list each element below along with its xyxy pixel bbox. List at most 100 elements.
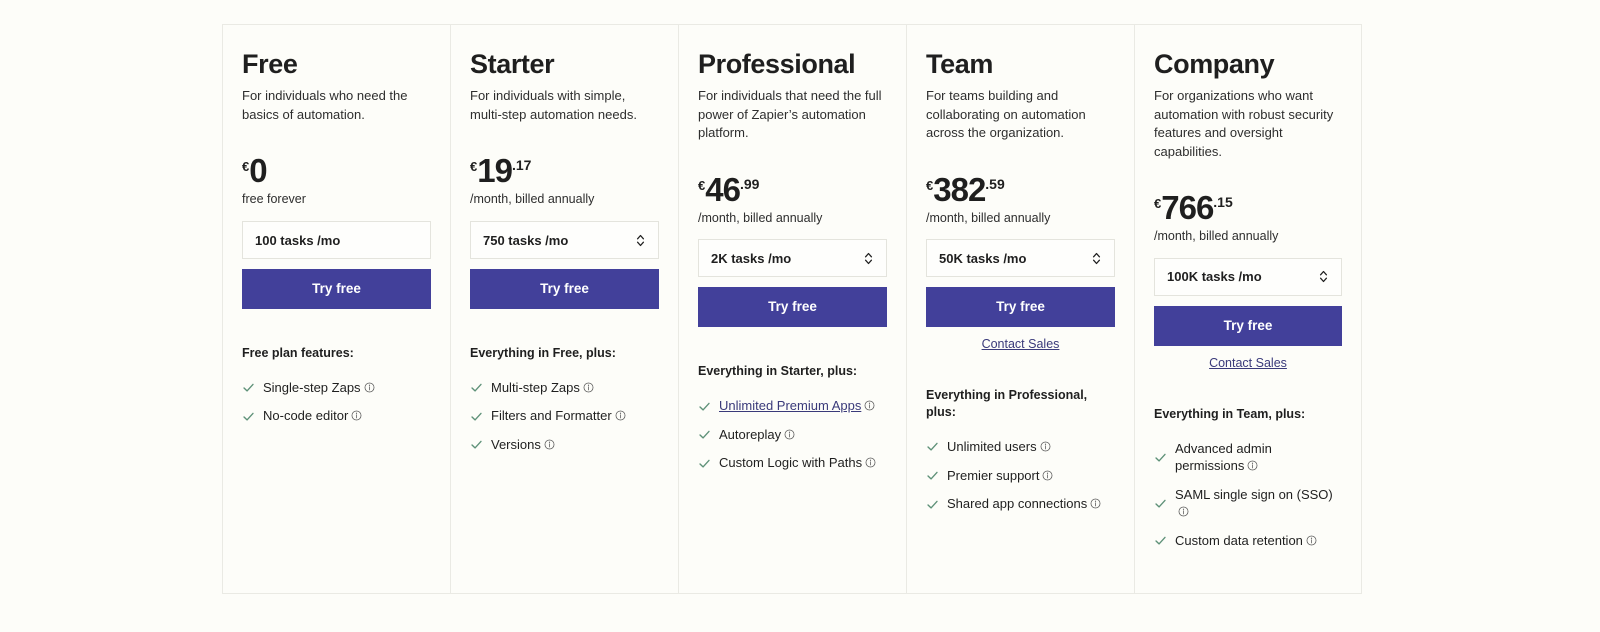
contact-sales-link[interactable]: Contact Sales: [1154, 356, 1342, 370]
feature-list: Unlimited users Premier support Shared app…: [926, 438, 1115, 524]
feature-list: Unlimited Premium Apps Autoreplay Custom L…: [698, 397, 887, 483]
price-amount: 46: [705, 170, 741, 208]
plan-name: Starter: [470, 49, 555, 79]
info-circle-icon[interactable]: [1306, 533, 1317, 546]
info-circle-icon[interactable]: [1178, 504, 1189, 517]
feature-label: No-code editor: [263, 407, 362, 425]
try-free-button[interactable]: Try free: [1154, 305, 1342, 346]
try-free-button[interactable]: Try free: [698, 287, 887, 328]
feature-item: Autoreplay: [698, 426, 887, 444]
check-icon: [242, 410, 255, 423]
info-circle-icon[interactable]: [1090, 496, 1101, 509]
feature-label: Custom Logic with Paths: [719, 454, 876, 472]
info-circle-icon[interactable]: [615, 408, 626, 421]
feature-label[interactable]: Unlimited Premium Apps: [719, 397, 875, 415]
feature-list: Multi-step Zaps Filters and Formatter Vers…: [470, 379, 659, 465]
plan-description: For individuals who need the basics of a…: [242, 88, 408, 122]
info-circle-icon[interactable]: [1042, 468, 1053, 481]
feature-list: Single-step Zaps No-code editor: [242, 379, 431, 436]
plan-card-professional: Professional For individuals that need th…: [678, 24, 906, 594]
pricing-plans-grid: Free For individuals who need the basics …: [0, 0, 1600, 632]
contact-sales-link[interactable]: Contact Sales: [926, 337, 1115, 351]
feature-label-text: Single-step Zaps: [263, 379, 361, 395]
check-icon: [242, 381, 255, 394]
check-icon: [698, 428, 711, 441]
price-cents: .59: [985, 175, 1005, 192]
plan-card-starter: Starter For individuals with simple, mult…: [450, 24, 678, 594]
features-heading: Everything in Professional, plus:: [926, 388, 1088, 420]
feature-label: Filters and Formatter: [491, 407, 626, 425]
check-icon: [926, 440, 939, 453]
feature-label-text: SAML single sign on (SSO): [1175, 486, 1333, 502]
check-icon: [1154, 534, 1167, 547]
feature-label: SAML single sign on (SSO): [1175, 486, 1342, 521]
feature-label: Multi-step Zaps: [491, 379, 594, 397]
task-volume-select[interactable]: 50K tasks /mo: [926, 239, 1115, 278]
chevron-up-down-icon[interactable]: [635, 233, 646, 248]
info-circle-icon[interactable]: [583, 380, 594, 393]
price-cents: .17: [511, 157, 532, 174]
chevron-up-down-icon[interactable]: [1091, 251, 1102, 266]
plan-description: For individuals with simple, multi-step …: [470, 88, 637, 122]
card-bottom-spacer: [698, 483, 887, 593]
feature-item: Advanced admin permissions: [1154, 440, 1342, 475]
price-line: €19.17: [470, 154, 659, 187]
feature-item: Custom data retention: [1154, 532, 1342, 550]
check-icon: [926, 469, 939, 482]
plan-description: For organizations who want automation wi…: [1154, 88, 1334, 159]
plan-name: Professional: [698, 49, 856, 79]
info-circle-icon[interactable]: [865, 455, 876, 468]
price-currency: €: [242, 159, 250, 175]
info-circle-icon[interactable]: [544, 437, 555, 450]
price-cents: .15: [1213, 194, 1233, 211]
task-volume-select[interactable]: 750 tasks /mo: [470, 221, 659, 260]
price-currency: €: [1154, 196, 1162, 212]
price-block: €46.99/month, billed annually: [698, 147, 887, 240]
info-circle-icon[interactable]: [1247, 458, 1258, 471]
card-bottom-spacer: [470, 465, 659, 593]
chevron-up-down-icon[interactable]: [863, 251, 874, 266]
task-volume-select[interactable]: 2K tasks /mo: [698, 239, 887, 278]
task-volume-value: 2K tasks /mo: [711, 250, 792, 266]
feature-label: Single-step Zaps: [263, 379, 375, 397]
price-block: €382.59/month, billed annually: [926, 147, 1115, 240]
try-free-button[interactable]: Try free: [926, 287, 1115, 328]
feature-label-text: Autoreplay: [719, 426, 782, 442]
check-icon: [698, 400, 711, 413]
chevron-up-down-icon[interactable]: [1318, 269, 1329, 284]
feature-item: Premier support: [926, 467, 1115, 485]
price-amount: 766: [1161, 189, 1214, 227]
feature-label-text: Unlimited Premium Apps: [719, 398, 862, 414]
feature-label: Premier support: [947, 467, 1053, 485]
feature-item: Unlimited users: [926, 438, 1115, 456]
feature-label-text: Unlimited users: [947, 439, 1037, 455]
price-line: €46.99: [698, 173, 887, 206]
try-free-button[interactable]: Try free: [470, 269, 659, 310]
plan-card-company: Company For organizations who want automa…: [1134, 24, 1362, 594]
price-billing-note: /month, billed annually: [698, 210, 823, 225]
feature-item: Custom Logic with Paths: [698, 454, 887, 472]
task-volume-select[interactable]: 100K tasks /mo: [1154, 257, 1342, 296]
task-volume-value: 100 tasks /mo: [255, 232, 341, 248]
feature-label: Unlimited users: [947, 438, 1051, 456]
info-circle-icon[interactable]: [864, 398, 875, 411]
feature-label-text: Versions: [491, 436, 541, 452]
info-circle-icon[interactable]: [351, 408, 362, 421]
info-circle-icon[interactable]: [364, 380, 375, 393]
feature-item: Versions: [470, 436, 659, 454]
check-icon: [1154, 497, 1167, 510]
feature-label-text: Premier support: [947, 467, 1040, 483]
price-line: €766.15: [1154, 191, 1342, 224]
price-billing-note: /month, billed annually: [1154, 229, 1279, 244]
feature-item: Multi-step Zaps: [470, 379, 659, 397]
price-billing-note: /month, billed annually: [470, 192, 595, 207]
check-icon: [470, 381, 483, 394]
plan-name: Company: [1154, 49, 1275, 79]
info-circle-icon[interactable]: [1040, 439, 1051, 452]
info-circle-icon[interactable]: [784, 427, 795, 440]
price-currency: €: [926, 177, 934, 193]
try-free-button[interactable]: Try free: [242, 269, 431, 310]
feature-label: Versions: [491, 436, 555, 454]
feature-label-text: No-code editor: [263, 408, 349, 424]
feature-label: Autoreplay: [719, 426, 795, 444]
